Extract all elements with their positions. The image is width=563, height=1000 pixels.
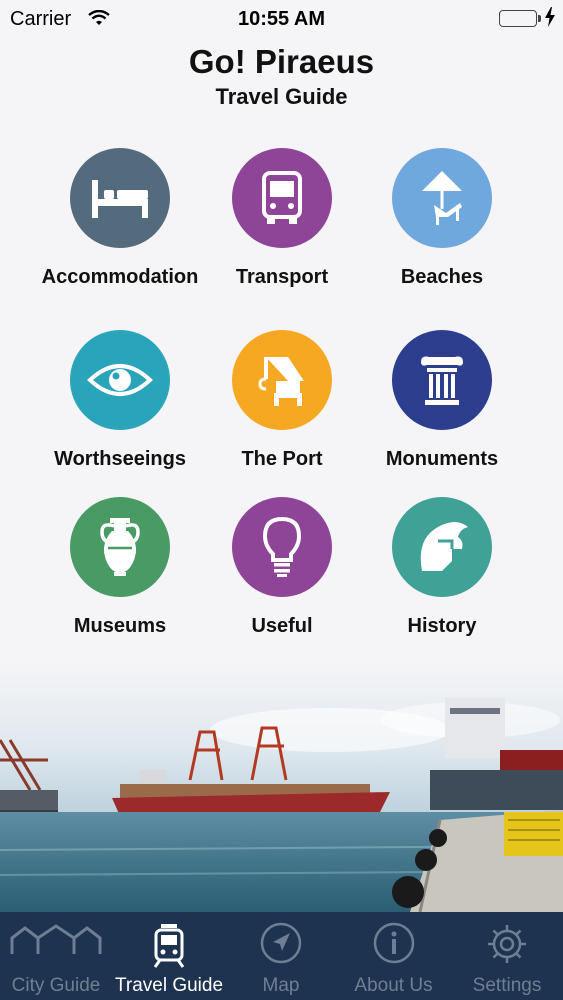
tile-useful[interactable]: Useful <box>192 497 372 638</box>
tile-label: History <box>407 615 477 637</box>
info-icon <box>336 922 451 964</box>
tab-settings[interactable]: Settings <box>451 912 563 1000</box>
tile-label: Monuments <box>385 448 499 470</box>
beach-umbrella-icon <box>392 148 492 248</box>
tile-label: Transport <box>235 266 329 288</box>
tile-label: Worthseeings <box>54 448 186 470</box>
gear-icon <box>451 922 563 966</box>
charging-bolt-icon <box>545 7 555 33</box>
tab-city-guide[interactable]: City Guide <box>0 912 112 1000</box>
amphora-icon <box>70 497 170 597</box>
spartan-helmet-icon <box>392 497 492 597</box>
tile-the-port[interactable]: The Port <box>192 330 372 471</box>
tab-travel-guide[interactable]: Travel Guide <box>112 912 226 1000</box>
tab-label: About Us <box>354 975 433 996</box>
tab-label: Map <box>262 975 300 996</box>
navigation-arrow-icon <box>226 922 336 964</box>
tile-accommodation[interactable]: Accommodation <box>30 148 210 289</box>
tab-bar: City Guide Travel Guide Map About Us Set… <box>0 912 563 1000</box>
harbor-panorama-image <box>0 660 563 912</box>
app-title: Go! Piraeus <box>188 43 375 80</box>
clock: 10:55 AM <box>237 8 326 30</box>
tile-label: Accommodation <box>41 266 199 288</box>
tab-about-us[interactable]: About Us <box>336 912 451 1000</box>
tile-beaches[interactable]: Beaches <box>352 148 532 289</box>
eye-icon <box>70 330 170 430</box>
lightbulb-icon <box>232 497 332 597</box>
app-subtitle: Travel Guide <box>215 84 348 109</box>
tab-label: Settings <box>472 975 542 996</box>
crane-icon <box>232 330 332 430</box>
tile-monuments[interactable]: Monuments <box>352 330 532 471</box>
tile-label: Useful <box>251 615 313 637</box>
city-icon <box>0 922 112 956</box>
tile-label: Beaches <box>400 266 484 288</box>
status-bar: Carrier 10:55 AM <box>0 0 563 38</box>
tram-icon <box>112 922 226 968</box>
tile-museums[interactable]: Museums <box>30 497 210 638</box>
tile-history[interactable]: History <box>352 497 532 638</box>
column-icon <box>392 330 492 430</box>
tab-map[interactable]: Map <box>226 912 336 1000</box>
tab-label: City Guide <box>11 975 101 996</box>
tile-transport[interactable]: Transport <box>192 148 372 289</box>
battery-icon <box>499 10 541 27</box>
bus-icon <box>232 148 332 248</box>
bed-icon <box>70 148 170 248</box>
tile-label: The Port <box>241 448 323 470</box>
tile-label: Museums <box>73 615 167 637</box>
tab-label: Travel Guide <box>114 975 224 996</box>
tile-worthseeings[interactable]: Worthseeings <box>30 330 210 471</box>
